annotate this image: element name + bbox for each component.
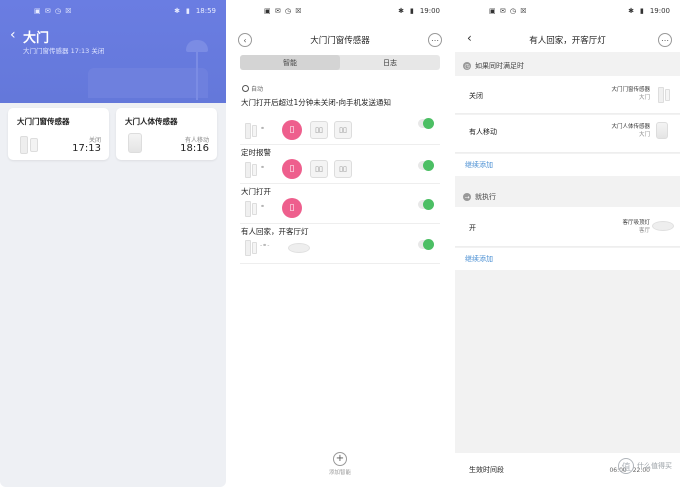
- effective-time-label: 生效时间段: [469, 466, 504, 474]
- status-bar: ▣ ✉ ◷ ☒ ✱ ▮ 19:00: [455, 0, 680, 22]
- condition-device: 大门人体传感器 大门: [611, 124, 650, 138]
- rule-title: 大门打开后超过1分钟未关闭-向手机发送通知: [241, 98, 391, 107]
- rule-item[interactable]: 大门打开后超过1分钟未关闭-向手机发送通知 ⚭ ▯ ▯▯ ▯▯: [240, 97, 440, 145]
- status-icons: ▣ ✉ ◷ ☒: [264, 7, 303, 15]
- signal-icon: ▮: [185, 7, 190, 15]
- bluetooth-icon: ✱: [398, 7, 404, 15]
- condition-label: 有人移动: [469, 128, 497, 136]
- rule-title: 大门打开: [241, 187, 271, 196]
- condition-row[interactable]: 关闭 大门门窗传感器 大门: [455, 76, 680, 114]
- status-icons: ▣ ✉ ◷ ☒: [34, 7, 73, 15]
- condition-row[interactable]: 有人移动 大门人体传感器 大门: [455, 115, 680, 153]
- plug-icon: ▯▯: [310, 160, 328, 178]
- link-icon: ⚭: [260, 164, 266, 171]
- auto-section-label: 自动: [242, 84, 263, 93]
- page-title: 有人回家，开客厅灯: [529, 36, 606, 46]
- more-icon[interactable]: ⋯: [428, 33, 442, 47]
- status-bar: ▣ ✉ ◷ ☒ ✱ ▮ 19:00: [230, 0, 450, 22]
- motion-sensor-icon: [656, 122, 668, 139]
- action-device: 客厅吸顶灯 客厅: [622, 220, 650, 234]
- vibrate-icon: ▯: [282, 120, 302, 140]
- auto-icon: [242, 85, 249, 92]
- action-row[interactable]: 开 客厅吸顶灯 客厅: [455, 207, 680, 247]
- door-sensor-icon: [245, 240, 257, 256]
- screen-room-door: ▣ ✉ ◷ ☒ ✱ ▮ 18:59 ‹ 大门 大门门窗传感器 17:13 关闭 大门…: [0, 0, 226, 487]
- device-time: 18:16: [180, 143, 209, 154]
- condition-icon: ◷: [463, 62, 471, 70]
- status-icons: ▣ ✉ ◷ ☒: [489, 7, 528, 15]
- condition-label: 关闭: [469, 92, 483, 100]
- status-time: 19:00: [419, 7, 440, 15]
- watermark: 值 什么值得买: [618, 458, 672, 474]
- device-card-door-sensor[interactable]: 大门门窗传感器 关闭 17:13: [8, 108, 109, 160]
- rule-toggle[interactable]: [418, 160, 434, 171]
- vibrate-icon: ▯: [282, 159, 302, 179]
- action-label: 开: [469, 224, 476, 232]
- door-sensor-icon: [245, 201, 257, 217]
- motion-sensor-icon: [128, 133, 142, 153]
- screen-door-sensor: ▣ ✉ ◷ ☒ ✱ ▮ 19:00 ‹ 大门门窗传感器 ⋯ 智能 日志 自动 大门打…: [230, 0, 450, 487]
- signal-icon: ▮: [409, 7, 414, 15]
- ceiling-lamp-icon: [652, 221, 674, 231]
- status-time: 18:59: [195, 7, 216, 15]
- plus-icon: +: [333, 452, 347, 466]
- page-subtitle: 大门门窗传感器 17:13 关闭: [23, 47, 105, 55]
- tab-log[interactable]: 日志: [340, 55, 440, 70]
- rule-item[interactable]: 定时报警 ⚭ ▯ ▯▯ ▯▯: [240, 147, 440, 184]
- plug-icon: ▯▯: [334, 121, 352, 139]
- door-sensor-icon: [658, 87, 670, 103]
- tab-bar: 智能 日志: [240, 55, 440, 70]
- room-header: ▣ ✉ ◷ ☒ ✱ ▮ 18:59 ‹ 大门 大门门窗传感器 17:13 关闭: [0, 0, 226, 103]
- ceiling-lamp-icon: [288, 243, 310, 253]
- back-icon[interactable]: ‹: [10, 27, 16, 43]
- tab-smart[interactable]: 智能: [240, 55, 340, 70]
- page-title: 大门门窗传感器: [310, 36, 370, 46]
- link-icon: -⚭-: [260, 242, 270, 249]
- signal-icon: ▮: [639, 7, 644, 15]
- continue-add-action-button[interactable]: 继续添加: [455, 248, 680, 270]
- bluetooth-icon: ✱: [174, 7, 180, 15]
- lamp-stand-illustration: [196, 48, 198, 100]
- rule-toggle[interactable]: [418, 199, 434, 210]
- link-icon: ⚭: [260, 125, 266, 132]
- watermark-logo-icon: 值: [618, 458, 634, 474]
- bluetooth-icon: ✱: [628, 7, 634, 15]
- screen-rule-edit: ▣ ✉ ◷ ☒ ✱ ▮ 19:00 ‹ 有人回家，开客厅灯 ⋯ ◷ 如果同时满足时 …: [455, 0, 680, 487]
- plug-icon: ▯▯: [334, 160, 352, 178]
- vibrate-icon: ▯: [282, 198, 302, 218]
- rule-item[interactable]: 有人回家，开客厅灯 -⚭-: [240, 226, 440, 264]
- sofa-illustration: [88, 68, 208, 98]
- status-time: 19:00: [649, 7, 670, 15]
- door-sensor-icon: [245, 123, 257, 139]
- rule-title: 定时报警: [241, 148, 271, 157]
- rule-title: 有人回家，开客厅灯: [241, 227, 309, 236]
- page-title: 大门: [23, 31, 50, 46]
- action-icon: →: [463, 193, 471, 201]
- add-smart-button[interactable]: + 添加智能: [230, 452, 450, 476]
- device-time: 17:13: [72, 143, 101, 154]
- rule-toggle[interactable]: [418, 239, 434, 250]
- add-smart-label: 添加智能: [328, 470, 351, 476]
- device-name: 大门门窗传感器: [17, 117, 70, 126]
- door-sensor-icon: [245, 162, 257, 178]
- device-card-motion-sensor[interactable]: 大门人体传感器 有人移动 18:16: [116, 108, 217, 160]
- device-name: 大门人体传感器: [125, 117, 178, 126]
- plug-icon: ▯▯: [310, 121, 328, 139]
- continue-add-condition-button[interactable]: 继续添加: [455, 154, 680, 176]
- condition-header: ◷ 如果同时满足时: [455, 58, 680, 74]
- action-header: → 就执行: [455, 189, 680, 205]
- link-icon: ⚭: [260, 203, 266, 210]
- condition-device: 大门门窗传感器 大门: [611, 87, 650, 101]
- rule-item[interactable]: 大门打开 ⚭ ▯: [240, 186, 440, 224]
- more-icon[interactable]: ⋯: [658, 33, 672, 47]
- status-bar: ▣ ✉ ◷ ☒ ✱ ▮ 18:59: [0, 0, 226, 22]
- rule-toggle[interactable]: [418, 118, 434, 129]
